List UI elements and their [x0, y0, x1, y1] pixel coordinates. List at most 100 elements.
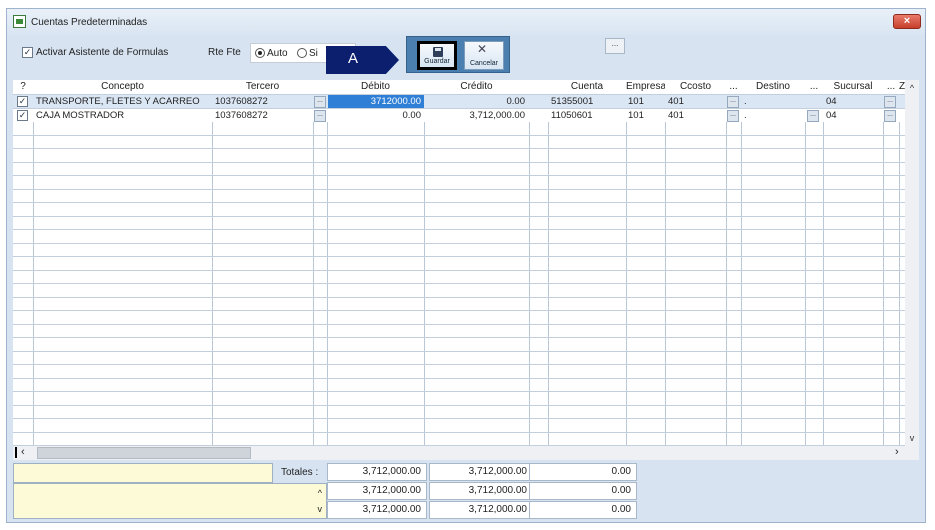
cuentas-predeterminadas-window: Cuentas Predeterminadas × ✓ Activar Asis…: [6, 8, 926, 523]
note-scroll-up-icon[interactable]: ^: [318, 488, 322, 498]
total-credito-field: 3,712,000.00: [429, 501, 533, 519]
row-divider: [13, 229, 905, 230]
row-divider: [13, 432, 905, 433]
column-header-8[interactable]: Empresa: [626, 80, 665, 94]
destino-cell[interactable]: .: [744, 95, 804, 108]
lookup-button[interactable]: ...: [807, 110, 819, 122]
column-header-7[interactable]: Cuenta: [548, 80, 626, 94]
radio-si[interactable]: [297, 48, 307, 58]
formula-assistant-checkbox[interactable]: ✓: [22, 47, 33, 58]
row-divider: [13, 337, 905, 338]
note-scroll-down-icon[interactable]: v: [318, 504, 323, 514]
credito-cell[interactable]: 3,712,000.00: [425, 109, 528, 122]
cancel-icon: ✕: [477, 42, 488, 56]
debito-cell[interactable]: 0.00: [328, 109, 424, 122]
row-divider: [13, 364, 905, 365]
vertical-scrollbar[interactable]: ^ v: [905, 80, 919, 460]
lookup-button[interactable]: ...: [884, 110, 896, 122]
save-icon: [433, 47, 443, 57]
column-header-3[interactable]: [313, 80, 327, 94]
column-header-1[interactable]: Concepto: [33, 80, 212, 94]
ccosto-cell[interactable]: 401: [668, 95, 724, 108]
row-checkbox[interactable]: ✓: [17, 110, 28, 121]
concepto-cell[interactable]: TRANSPORTE, FLETES Y ACARREO: [36, 95, 211, 108]
save-button-label: Guardar: [424, 58, 450, 65]
column-header-11[interactable]: Destino: [741, 80, 805, 94]
save-button[interactable]: Guardar: [417, 41, 457, 70]
cuenta-cell[interactable]: 11050601: [551, 109, 625, 122]
total-debito-field: 3,712,000.00: [327, 501, 427, 519]
scroll-right-icon[interactable]: ›: [895, 446, 899, 459]
row-divider: [13, 256, 905, 257]
column-header-6[interactable]: [529, 80, 548, 94]
lookup-button[interactable]: ...: [314, 110, 326, 122]
credito-cell[interactable]: 0.00: [425, 95, 528, 108]
row-divider: [13, 175, 905, 176]
total-diferencia-field: 0.00: [529, 482, 637, 500]
empresa-cell[interactable]: 101: [628, 109, 664, 122]
scroll-down-icon[interactable]: v: [905, 432, 919, 444]
horizontal-scroll-thumb[interactable]: [37, 447, 251, 459]
lookup-button[interactable]: ...: [727, 96, 739, 108]
ccosto-cell[interactable]: 401: [668, 109, 724, 122]
row-divider: [13, 324, 905, 325]
row-divider: [13, 405, 905, 406]
column-header-0[interactable]: ?: [13, 80, 33, 94]
lookup-button[interactable]: ...: [727, 110, 739, 122]
sucursal-cell[interactable]: 04: [826, 109, 882, 122]
action-button-group: Guardar ✕ Cancelar: [406, 36, 510, 73]
cancel-button-label: Cancelar: [469, 60, 498, 67]
tercero-cell[interactable]: 1037608272: [215, 109, 311, 122]
formula-assistant-label: Activar Asistente de Formulas: [36, 47, 169, 58]
row-divider: [13, 216, 905, 217]
scroll-up-icon[interactable]: ^: [905, 82, 919, 94]
concepto-cell[interactable]: CAJA MOSTRADOR: [36, 109, 211, 122]
empresa-cell[interactable]: 101: [628, 95, 664, 108]
column-header-5[interactable]: Crédito: [424, 80, 529, 94]
destino-cell[interactable]: .: [744, 109, 804, 122]
column-header-12[interactable]: ...: [805, 80, 823, 94]
column-header-2[interactable]: Tercero: [212, 80, 313, 94]
horizontal-scrollbar[interactable]: ‹ ›: [13, 446, 905, 460]
extra-options-button[interactable]: ...: [605, 38, 625, 54]
column-header-14[interactable]: ...: [883, 80, 899, 94]
close-button[interactable]: ×: [893, 14, 921, 29]
cuenta-cell[interactable]: 51355001: [551, 95, 625, 108]
table-row[interactable]: ✓ TRANSPORTE, FLETES Y ACARREO 1037608272.…: [13, 95, 905, 108]
lookup-button[interactable]: ...: [314, 96, 326, 108]
row-divider: [13, 297, 905, 298]
row-divider: [13, 202, 905, 203]
tercero-cell[interactable]: 1037608272: [215, 95, 311, 108]
column-header-9[interactable]: Ccosto: [665, 80, 726, 94]
row-divider: [13, 189, 905, 190]
total-credito-field: 3,712,000.00: [429, 482, 533, 500]
totals-label: Totales :: [281, 467, 319, 478]
row-divider: [13, 270, 905, 271]
row-divider: [13, 243, 905, 244]
spreadsheet-icon: [13, 15, 26, 28]
total-credito-field: 3,712,000.00: [429, 463, 533, 481]
scroll-left-icon[interactable]: ‹: [21, 446, 25, 459]
sucursal-cell[interactable]: 04: [826, 95, 882, 108]
column-header-4[interactable]: Débito: [327, 80, 424, 94]
total-diferencia-field: 0.00: [529, 463, 637, 481]
radio-auto[interactable]: [255, 48, 265, 58]
row-divider: [13, 391, 905, 392]
callout-marker: A: [326, 46, 399, 74]
note-textarea[interactable]: ^ v: [13, 483, 327, 519]
row-checkbox[interactable]: ✓: [17, 96, 28, 107]
table-row[interactable]: ✓ CAJA MOSTRADOR 1037608272... 0.00 3,712,00…: [13, 109, 905, 122]
row-divider: [13, 310, 905, 311]
debito-cell[interactable]: 3712000.00: [328, 95, 424, 108]
lookup-button[interactable]: ...: [884, 96, 896, 108]
row-divider: [13, 351, 905, 352]
column-header-13[interactable]: Sucursal: [823, 80, 883, 94]
total-debito-field: 3,712,000.00: [327, 463, 427, 481]
total-diferencia-field: 0.00: [529, 501, 637, 519]
note-field-top[interactable]: [13, 463, 273, 483]
cancel-button[interactable]: ✕ Cancelar: [464, 41, 504, 70]
window-title: Cuentas Predeterminadas: [31, 17, 148, 28]
column-header-10[interactable]: ...: [726, 80, 741, 94]
radio-auto-label: Auto: [267, 48, 288, 59]
radio-si-label: Si: [309, 48, 318, 59]
